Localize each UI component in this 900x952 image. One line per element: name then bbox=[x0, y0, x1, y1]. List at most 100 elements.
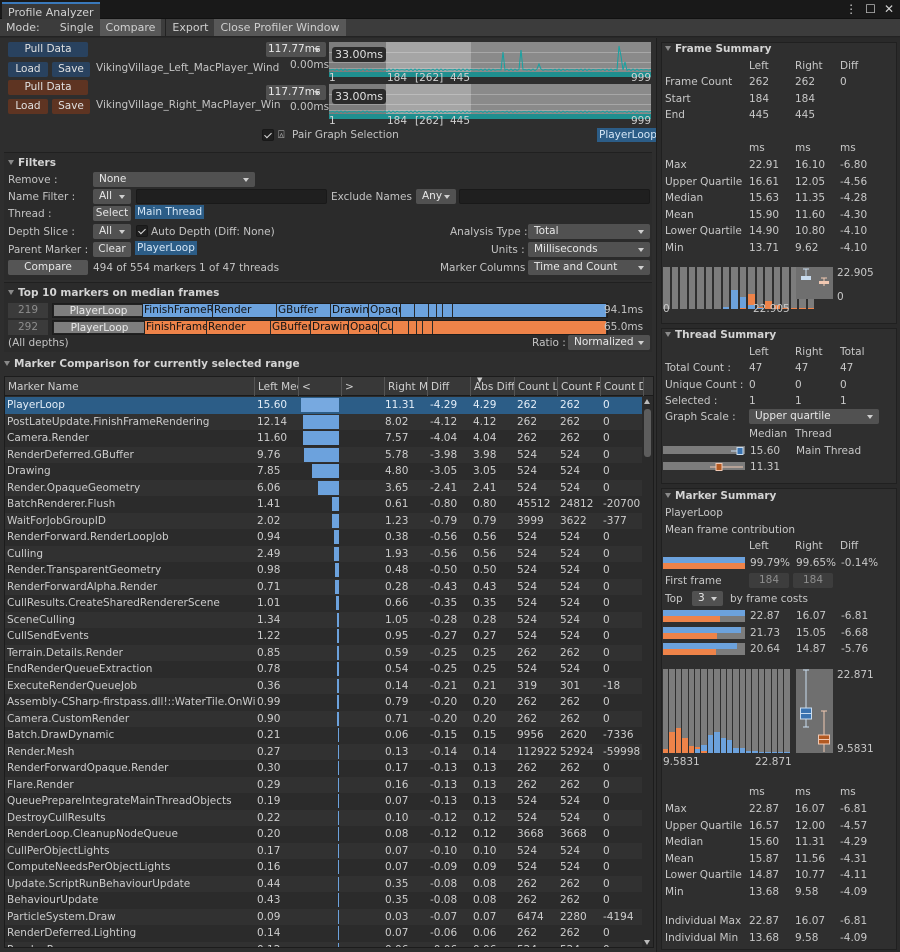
left-pull-data-button[interactable]: Pull Data bbox=[8, 42, 88, 57]
top10-marker-segment[interactable]: Render bbox=[213, 304, 277, 317]
left-scale-dropdown[interactable]: 117.77ms bbox=[266, 42, 326, 57]
table-row[interactable]: Camera.CustomRender 0.90 0.71 -0.20 0.20 262 2… bbox=[5, 710, 643, 727]
table-row[interactable]: RenderForwardOpaque.Render 0.30 0.17 -0.13 0… bbox=[5, 760, 643, 777]
table-row[interactable]: WaitForJobGroupID 2.02 1.23 -0.79 0.79 3999 36… bbox=[5, 512, 643, 529]
table-row[interactable]: Render.Mesh 0.27 0.13 -0.14 0.14 112922 52924-… bbox=[5, 743, 643, 760]
scroll-up-icon[interactable] bbox=[644, 399, 650, 404]
table-row[interactable]: Render.TransparentGeometry 0.98 0.48 -0.50 0… bbox=[5, 562, 643, 579]
table-row[interactable]: RenderForward.RenderLoopJob 0.94 0.38 -0.56… bbox=[5, 529, 643, 546]
name-filter-input[interactable] bbox=[136, 189, 327, 204]
top10-marker-segment[interactable] bbox=[393, 321, 409, 334]
table-row[interactable]: RenderForwardAlpha.Render 0.71 0.28 -0.43 0.… bbox=[5, 578, 643, 595]
table-row[interactable]: Culling 2.49 1.93 -0.56 0.56 524 524 0 bbox=[5, 545, 643, 562]
top10-title[interactable]: Top 10 markers on median frames bbox=[8, 287, 219, 299]
top10-marker-segment[interactable]: GBuffer bbox=[271, 321, 311, 334]
column-header-right-median[interactable]: Right Me bbox=[385, 377, 428, 396]
auto-depth-checkbox[interactable] bbox=[136, 225, 148, 237]
table-row[interactable]: ComputeNeedsPerObjectLights 0.16 0.07 -0.09… bbox=[5, 859, 643, 876]
lock-icon[interactable]: ⍓ bbox=[278, 128, 285, 142]
top-frame-bar[interactable] bbox=[663, 626, 745, 639]
left-thread-graph[interactable] bbox=[663, 446, 745, 455]
table-row[interactable]: Flare.Render 0.29 0.16 -0.13 0.13 262 262 0 bbox=[5, 776, 643, 793]
exclude-names-input[interactable] bbox=[459, 189, 650, 204]
column-header-marker-name[interactable]: Marker Name bbox=[5, 377, 255, 396]
table-row[interactable]: SceneCulling 1.34 1.05 -0.28 0.28 524 524 0 bbox=[5, 611, 643, 628]
collapse-icon[interactable] bbox=[665, 332, 671, 337]
analysis-type-dropdown[interactable]: Total bbox=[528, 224, 650, 239]
exclude-mode-dropdown[interactable]: Any bbox=[416, 189, 456, 204]
scrollbar-thumb[interactable] bbox=[644, 409, 651, 457]
first-frame-right-button[interactable]: 184 bbox=[793, 573, 833, 588]
top10-marker-segment[interactable] bbox=[443, 304, 453, 317]
units-dropdown[interactable]: Milliseconds bbox=[528, 242, 650, 257]
column-header-less[interactable]: < bbox=[299, 377, 342, 396]
marker-summary-title[interactable]: Marker Summary bbox=[665, 490, 776, 502]
compare-button[interactable]: Compare bbox=[8, 260, 88, 275]
table-row[interactable]: Terrain.Details.Render 0.85 0.59 -0.25 0.25 2… bbox=[5, 644, 643, 661]
thread-select-button[interactable]: Select bbox=[93, 206, 131, 221]
collapse-icon[interactable] bbox=[8, 290, 14, 295]
mode-single-button[interactable]: Single bbox=[54, 19, 100, 36]
scroll-down-icon[interactable] bbox=[644, 940, 650, 945]
table-row[interactable]: BatchRenderer.Flush 1.41 0.61 -0.80 0.80 4551… bbox=[5, 496, 643, 513]
first-frame-left-button[interactable]: 184 bbox=[749, 573, 789, 588]
right-load-button[interactable]: Load bbox=[8, 99, 48, 114]
comparison-title[interactable]: Marker Comparison for currently selected… bbox=[4, 358, 300, 370]
top10-marker-segment[interactable] bbox=[401, 304, 415, 317]
top10-marker-segment[interactable]: FinishFrameRe bbox=[143, 304, 213, 317]
top-frame-bar[interactable] bbox=[663, 643, 745, 655]
top10-marker-segment[interactable]: FinishFrameR bbox=[145, 321, 207, 334]
top10-marker-segment[interactable] bbox=[433, 321, 607, 334]
left-save-button[interactable]: Save bbox=[52, 62, 90, 77]
table-row[interactable]: RenderLoop.CleanupNodeQueue 0.20 0.08 -0.12… bbox=[5, 826, 643, 843]
table-row[interactable]: PostLateUpdate.FinishFrameRendering 12.14… bbox=[5, 413, 643, 430]
frame-summary-title[interactable]: Frame Summary bbox=[665, 43, 772, 55]
left-frame-graph[interactable]: 33.00ms bbox=[329, 42, 651, 77]
right-save-button[interactable]: Save bbox=[52, 99, 90, 114]
table-row[interactable]: CullSendEvents 1.22 0.95 -0.27 0.27 524 524 0 bbox=[5, 628, 643, 645]
collapse-icon[interactable] bbox=[665, 493, 671, 498]
top10-marker-segment[interactable]: Opaqu bbox=[349, 321, 379, 334]
export-button[interactable]: Export bbox=[165, 19, 214, 36]
table-row[interactable]: ExecuteRenderQueueJob 0.36 0.14 -0.21 0.21 31… bbox=[5, 677, 643, 694]
filters-title[interactable]: Filters bbox=[8, 157, 56, 169]
table-row[interactable]: ParticleSystem.Draw 0.09 0.03 -0.07 0.07 6474… bbox=[5, 908, 643, 925]
maximize-icon[interactable]: ☐ bbox=[865, 2, 876, 16]
collapse-icon[interactable] bbox=[4, 361, 10, 366]
column-header-count-left[interactable]: Count L bbox=[515, 377, 558, 396]
table-row[interactable]: RenderDeferred.Lighting 0.14 0.07 -0.06 0.06… bbox=[5, 925, 643, 942]
collapse-icon[interactable] bbox=[8, 160, 14, 165]
table-row[interactable]: RenderDeferred.GBuffer 9.76 5.78 -3.98 3.98 5… bbox=[5, 446, 643, 463]
top10-bar[interactable]: PlayerLoopFinishFrameRRenderGBufferDrawi… bbox=[52, 320, 608, 335]
top10-marker-segment[interactable] bbox=[429, 304, 437, 317]
top10-marker-segment[interactable]: Opaqu bbox=[369, 304, 401, 317]
column-header-count-right[interactable]: Count R bbox=[558, 377, 601, 396]
column-header-left-median[interactable]: Left Med bbox=[255, 377, 299, 396]
marker-columns-dropdown[interactable]: Time and Count bbox=[528, 260, 650, 275]
table-row[interactable]: DestroyCullResults 0.22 0.10 -0.12 0.12 524 52… bbox=[5, 809, 643, 826]
name-filter-mode-dropdown[interactable]: All bbox=[93, 189, 131, 204]
table-row[interactable]: PlayerLoop 15.60 11.31 -4.29 4.29 262 262 0 bbox=[5, 397, 643, 414]
table-row[interactable]: CullResults.CreateSharedRendererScene 1.0… bbox=[5, 595, 643, 612]
top10-marker-segment[interactable]: Render bbox=[207, 321, 271, 334]
close-profiler-button[interactable]: Close Profiler Window bbox=[214, 19, 346, 36]
column-header-diff[interactable]: Diff bbox=[428, 377, 471, 396]
top10-marker-segment[interactable] bbox=[409, 321, 417, 334]
table-row[interactable]: Batch.DrawDynamic 0.21 0.06 -0.15 0.15 9956 26… bbox=[5, 727, 643, 744]
collapse-icon[interactable] bbox=[665, 46, 671, 51]
kebab-menu-icon[interactable]: ⋮ bbox=[845, 2, 857, 16]
right-frame-graph[interactable]: 33.00ms bbox=[329, 84, 651, 119]
ratio-dropdown[interactable]: Normalized bbox=[568, 335, 650, 350]
top10-marker-segment[interactable] bbox=[453, 304, 607, 317]
column-header-abs-diff[interactable]: ▼ Abs Diff bbox=[471, 377, 515, 396]
depth-slice-dropdown[interactable]: All bbox=[93, 224, 131, 239]
right-pull-data-button[interactable]: Pull Data bbox=[8, 80, 88, 95]
top-frame-bar[interactable] bbox=[663, 610, 745, 622]
top10-marker-segment[interactable] bbox=[415, 304, 429, 317]
left-load-button[interactable]: Load bbox=[8, 62, 48, 77]
top10-marker-segment[interactable] bbox=[423, 321, 433, 334]
top10-marker-segment[interactable]: Drawing bbox=[311, 321, 349, 334]
top10-marker-segment[interactable]: Drawing bbox=[331, 304, 369, 317]
table-row[interactable]: BehaviourUpdate 0.43 0.35 -0.08 0.08 262 262 0 bbox=[5, 892, 643, 909]
window-tab[interactable]: Profile Analyzer bbox=[2, 2, 100, 19]
